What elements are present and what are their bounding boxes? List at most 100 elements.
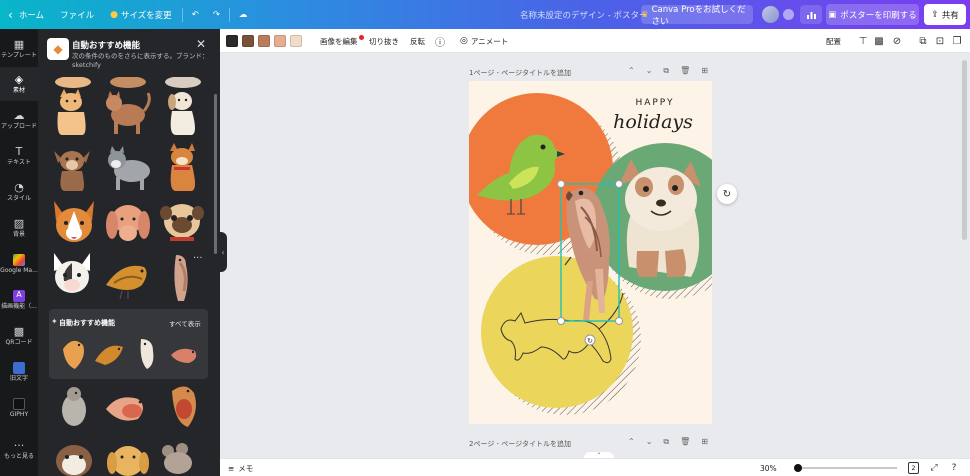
dog-sitting-graphic[interactable] bbox=[158, 87, 204, 137]
husky-graphic[interactable] bbox=[102, 143, 154, 193]
rail-item-google-maps[interactable]: Google Ma... bbox=[0, 247, 38, 281]
resize-handle[interactable] bbox=[615, 317, 623, 325]
rail-item-style[interactable]: ◔ スタイル bbox=[0, 175, 38, 209]
color-swatch-2[interactable] bbox=[242, 35, 254, 47]
collapse-panel-handle[interactable]: ‹ bbox=[219, 232, 227, 272]
pigeon-graphic[interactable] bbox=[52, 384, 96, 434]
background-icon: ▨ bbox=[13, 216, 25, 230]
rail-item-uploads[interactable]: ☁ アップロード bbox=[0, 103, 38, 137]
page-1-title[interactable]: 1ページ - ページタイトルを追加 bbox=[469, 68, 571, 78]
mouse-graphic[interactable] bbox=[158, 441, 206, 476]
crop-button[interactable]: 切り抜き bbox=[369, 29, 399, 53]
avatar[interactable] bbox=[762, 6, 779, 23]
trash-icon[interactable]: 🗑 bbox=[680, 66, 690, 76]
page-count-button[interactable]: 2 bbox=[908, 462, 919, 474]
color-swatch-1[interactable] bbox=[226, 35, 238, 47]
color-swatch-4[interactable] bbox=[274, 35, 286, 47]
notes-button[interactable]: ≡ メモ bbox=[228, 459, 253, 476]
chevron-up-icon[interactable]: ⌃ bbox=[628, 437, 635, 447]
rail-label: アップロード bbox=[0, 122, 37, 130]
redo-icon[interactable]: ↷ bbox=[206, 0, 227, 29]
arrange-button[interactable]: 配置 bbox=[826, 29, 841, 53]
fullscreen-icon[interactable]: ⤢ bbox=[928, 459, 940, 476]
rail-item-giphy[interactable]: GIPHY bbox=[0, 391, 38, 425]
animate-button[interactable]: ◎ アニメート bbox=[460, 29, 508, 53]
see-all-link[interactable]: すべて表示 bbox=[169, 318, 201, 328]
add-page-icon[interactable]: ⊞ bbox=[701, 66, 708, 76]
duplicate-page-icon[interactable]: ⧉ bbox=[663, 66, 669, 76]
resize-handle[interactable] bbox=[557, 180, 565, 188]
close-icon[interactable]: ✕ bbox=[196, 37, 206, 51]
refresh-icon[interactable]: ↻ bbox=[717, 184, 737, 204]
cat-sitting-graphic[interactable] bbox=[48, 87, 94, 137]
notes-label: メモ bbox=[238, 463, 254, 473]
transparency-icon[interactable]: ▩ bbox=[872, 29, 886, 53]
french-bulldog-graphic[interactable] bbox=[48, 251, 96, 301]
pug-face-graphic[interactable] bbox=[158, 197, 206, 247]
hound-face-graphic[interactable] bbox=[104, 197, 152, 247]
sparrow-graphic[interactable] bbox=[102, 251, 154, 301]
help-icon[interactable]: ? bbox=[948, 459, 960, 476]
canvas-scrollbar[interactable] bbox=[962, 60, 967, 240]
group-icon[interactable]: ⧉ bbox=[916, 29, 930, 53]
cat-walking-graphic[interactable] bbox=[102, 87, 152, 137]
share-button[interactable]: ⇪ 共有 bbox=[924, 4, 966, 25]
add-page-icon[interactable]: ⊞ bbox=[701, 437, 708, 447]
rec-bird-orange-graphic[interactable] bbox=[59, 335, 89, 371]
paint-roller-icon[interactable]: ⊤ bbox=[856, 29, 870, 53]
flip-button[interactable]: 反転 bbox=[410, 29, 425, 53]
rail-item-qr-code[interactable]: ▩ QRコード bbox=[0, 319, 38, 353]
rail-item-old-text[interactable]: 旧文字 bbox=[0, 355, 38, 389]
color-swatch-3[interactable] bbox=[258, 35, 270, 47]
zoom-slider-knob[interactable] bbox=[794, 464, 802, 472]
chevron-down-icon[interactable]: ⌄ bbox=[646, 66, 653, 76]
insights-icon[interactable] bbox=[800, 5, 822, 24]
finch-graphic[interactable] bbox=[162, 381, 206, 435]
section-title: 自動おすすめ機能 bbox=[59, 319, 115, 327]
rec-bird-white-graphic[interactable] bbox=[133, 335, 161, 371]
robin-graphic[interactable] bbox=[102, 387, 152, 431]
document-title[interactable]: 名称未設定のデザイン - ポスター bbox=[520, 0, 647, 29]
corgi-face-graphic[interactable] bbox=[50, 197, 98, 247]
panel-scrollbar[interactable] bbox=[214, 94, 217, 254]
rec-bird-red-graphic[interactable] bbox=[169, 339, 201, 369]
shiba-graphic[interactable] bbox=[160, 143, 206, 193]
avatar-secondary[interactable] bbox=[783, 9, 794, 20]
chihuahua-graphic[interactable] bbox=[48, 143, 96, 193]
color-swatch-5[interactable] bbox=[290, 35, 302, 47]
rail-item-text[interactable]: T テキスト bbox=[0, 139, 38, 173]
file-menu[interactable]: ファイル bbox=[52, 0, 102, 29]
crown-icon: ♛ bbox=[641, 9, 649, 20]
edit-image-button[interactable]: 画像を編集 bbox=[320, 29, 364, 53]
zoom-level[interactable]: 30% bbox=[760, 459, 777, 476]
rec-bird-brown-graphic[interactable] bbox=[93, 337, 125, 369]
try-pro-button[interactable]: ♛ Canva Proをお試しください bbox=[641, 5, 753, 27]
page-2-title[interactable]: 2ページ - ページタイトルを追加 bbox=[469, 439, 571, 449]
golden-retriever-graphic[interactable] bbox=[104, 437, 152, 476]
link-icon[interactable]: ⊘ bbox=[890, 29, 904, 53]
cloud-save-icon[interactable]: ☁ bbox=[232, 0, 255, 29]
lock-icon[interactable]: ⊡ bbox=[933, 29, 947, 53]
resize-handle[interactable] bbox=[615, 180, 623, 188]
resize-handle[interactable] bbox=[557, 317, 565, 325]
zoom-slider[interactable] bbox=[797, 467, 897, 469]
rail-item-elements[interactable]: ◈ 素材 bbox=[0, 67, 38, 101]
home-button[interactable]: ‹ ホーム bbox=[0, 0, 52, 29]
poster-canvas[interactable]: HAPPY holidays ↻ bbox=[469, 81, 712, 424]
duplicate-icon[interactable]: ❐ bbox=[950, 29, 964, 53]
rail-item-draw[interactable]: A 描画機能（... bbox=[0, 283, 38, 317]
resize-button[interactable]: ● サイズを変更 bbox=[102, 0, 180, 29]
bulldog-face-graphic[interactable] bbox=[50, 437, 98, 476]
duplicate-page-icon[interactable]: ⧉ bbox=[663, 437, 669, 447]
chevron-down-icon[interactable]: ⌄ bbox=[646, 437, 653, 447]
info-icon[interactable]: ⓘ bbox=[433, 29, 447, 53]
trash-icon[interactable]: 🗑 bbox=[680, 437, 690, 447]
undo-icon[interactable]: ↶ bbox=[185, 0, 206, 29]
more-options-icon[interactable]: ··· bbox=[193, 253, 203, 264]
chevron-up-icon[interactable]: ⌃ bbox=[628, 66, 635, 76]
rail-item-background[interactable]: ▨ 背景 bbox=[0, 211, 38, 245]
rail-item-templates[interactable]: ▦ テンプレート bbox=[0, 32, 38, 66]
print-poster-button[interactable]: ▣ ポスターを印刷する bbox=[826, 4, 919, 25]
crop-label: 切り抜き bbox=[369, 36, 399, 46]
rail-item-more[interactable]: ··· もっと見る bbox=[0, 433, 38, 467]
